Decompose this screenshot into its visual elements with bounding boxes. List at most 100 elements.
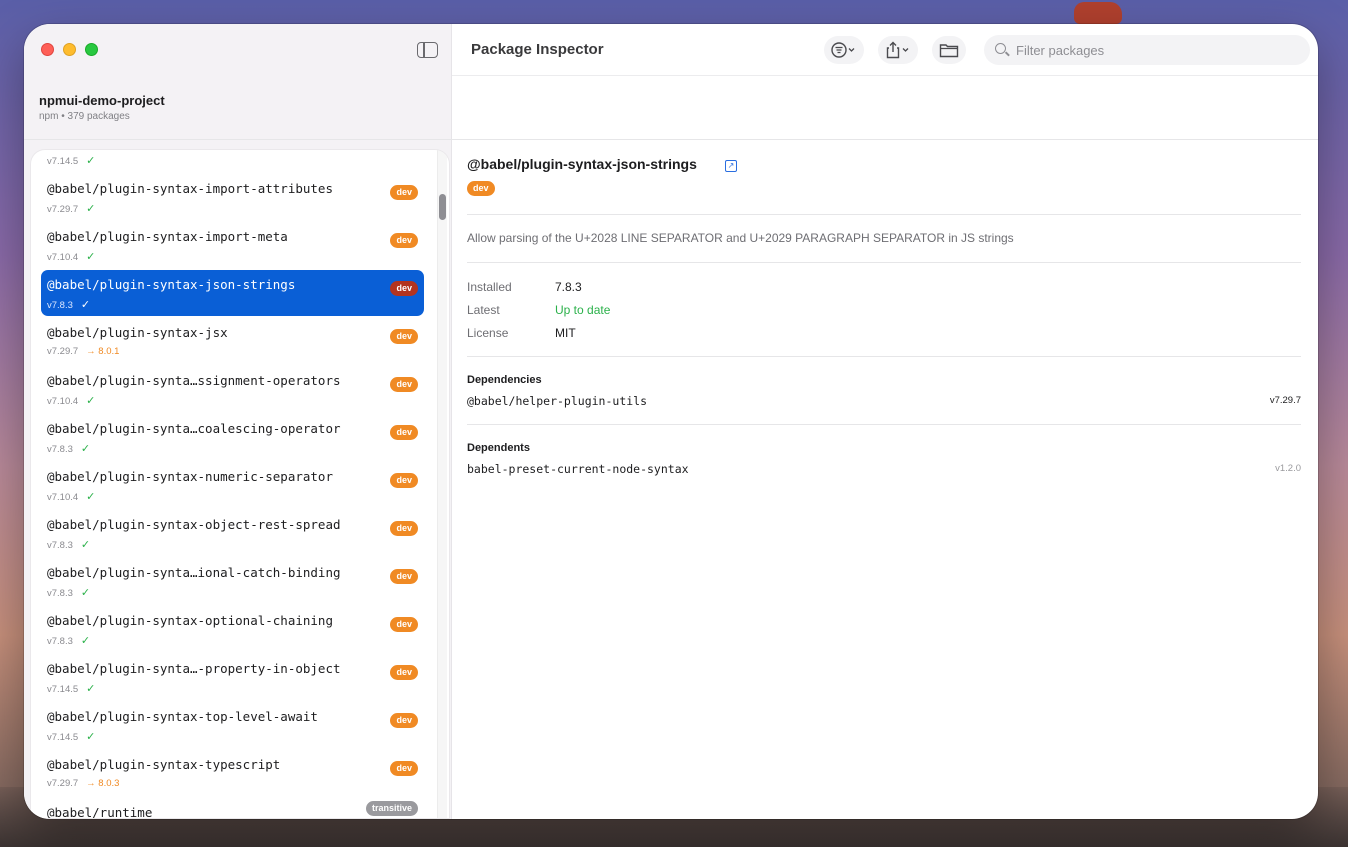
sidebar-toggle-icon[interactable] bbox=[417, 42, 438, 58]
folder-icon bbox=[939, 44, 959, 58]
package-version-text: v7.10.4 bbox=[47, 252, 79, 263]
package-version: v7.14.5 ✓ bbox=[47, 730, 95, 743]
search-placeholder: Filter packages bbox=[1016, 43, 1105, 58]
filter-packages-search[interactable]: Filter packages bbox=[984, 35, 1310, 65]
package-version: v7.10.4 ✓ bbox=[47, 250, 95, 263]
dependents-title: Dependents bbox=[467, 442, 530, 454]
dev-badge: dev bbox=[390, 233, 418, 248]
detail-package-name: @babel/plugin-syntax-json-strings bbox=[467, 156, 697, 172]
package-list-item[interactable]: @babel/plugin-syntax-import-attributes v7… bbox=[41, 174, 424, 220]
up-to-date-check-icon: ✓ bbox=[80, 635, 91, 647]
sidebar: npmui-demo-project npm • 379 packages v7… bbox=[24, 24, 452, 819]
dependent-name[interactable]: babel-preset-current-node-syntax bbox=[467, 462, 689, 476]
update-available-label: → 8.0.1 bbox=[86, 346, 120, 357]
package-version: v7.8.3 ✓ bbox=[47, 442, 90, 455]
license-value: MIT bbox=[555, 326, 576, 340]
package-version-text: v7.29.7 bbox=[47, 778, 79, 789]
package-version: v7.8.3 ✓ bbox=[47, 586, 90, 599]
detail-divider bbox=[467, 356, 1301, 357]
package-list-item-selected[interactable]: @babel/plugin-syntax-json-strings v7.8.3 ✓… bbox=[41, 270, 424, 316]
dev-badge: dev bbox=[390, 377, 418, 392]
package-list-panel: v7.14.5 ✓ @babel/plugin-syntax-import-attr… bbox=[31, 150, 449, 818]
package-name: @babel/plugin-syntax-jsx bbox=[47, 325, 228, 340]
package-list-item[interactable]: @babel/plugin-syntax-optional-chaining v7… bbox=[41, 606, 424, 652]
detail-dev-badge: dev bbox=[467, 181, 495, 196]
package-list-item[interactable]: @babel/plugin-syntax-object-rest-spread v… bbox=[41, 510, 424, 556]
package-name: @babel/plugin-synta…coalescing-operator bbox=[47, 421, 341, 436]
list-scrollbar-thumb[interactable] bbox=[439, 194, 446, 220]
dev-badge: dev bbox=[390, 281, 418, 296]
package-version-text: v7.8.3 bbox=[47, 636, 73, 647]
desktop-mascot-decoration bbox=[1074, 2, 1122, 24]
package-name: @babel/plugin-syntax-numeric-separator bbox=[47, 469, 333, 484]
share-icon bbox=[886, 41, 909, 59]
license-label: License bbox=[467, 326, 509, 340]
project-meta: npm • 379 packages bbox=[39, 111, 130, 122]
package-name: @babel/runtime bbox=[47, 805, 153, 818]
toolbar-divider bbox=[452, 75, 1318, 76]
installed-value: 7.8.3 bbox=[555, 280, 582, 294]
installed-label: Installed bbox=[467, 280, 512, 294]
package-version-text: v7.10.4 bbox=[47, 396, 79, 407]
open-folder-button[interactable] bbox=[932, 36, 966, 64]
list-scrollbar[interactable] bbox=[437, 150, 447, 818]
dev-badge: dev bbox=[390, 425, 418, 440]
package-list-item[interactable]: @babel/plugin-syntax-top-level-await v7.1… bbox=[41, 702, 424, 748]
window-controls bbox=[41, 43, 98, 56]
package-version-text: v7.8.3 bbox=[47, 300, 73, 311]
package-version: v7.29.7 → 8.0.3 bbox=[47, 778, 119, 789]
package-name: @babel/plugin-syntax-json-strings bbox=[47, 277, 296, 292]
package-version: v7.8.3 ✓ bbox=[47, 298, 90, 311]
window-title: Package Inspector bbox=[471, 41, 604, 58]
transitive-badge: transitive bbox=[365, 801, 418, 816]
package-list-item[interactable]: v7.14.5 ✓ bbox=[41, 150, 424, 172]
package-version-text: v7.8.3 bbox=[47, 540, 73, 551]
dependency-name[interactable]: @babel/helper-plugin-utils bbox=[467, 394, 647, 408]
package-name: @babel/plugin-synta…ional-catch-binding bbox=[47, 565, 341, 580]
package-version: v7.8.3 ✓ bbox=[47, 634, 90, 647]
package-version-text: v7.14.5 bbox=[47, 156, 79, 167]
package-name: @babel/plugin-syntax-import-meta bbox=[47, 229, 288, 244]
package-version-text: v7.14.5 bbox=[47, 732, 79, 743]
dependent-version: v1.2.0 bbox=[1275, 463, 1301, 474]
up-to-date-check-icon: ✓ bbox=[86, 251, 96, 263]
dev-badge: dev bbox=[390, 665, 418, 680]
package-list-item[interactable]: @babel/plugin-synta…coalescing-operator v… bbox=[41, 414, 424, 460]
package-list-item[interactable]: @babel/runtime transitive bbox=[41, 798, 424, 818]
package-version: v7.29.7 → 8.0.1 bbox=[47, 346, 119, 357]
package-list-item[interactable]: @babel/plugin-syntax-typescript v7.29.7 → … bbox=[41, 750, 424, 796]
package-list-item[interactable]: @babel/plugin-synta…ssignment-operators v… bbox=[41, 366, 424, 412]
dependencies-title: Dependencies bbox=[467, 374, 542, 386]
close-window-button[interactable] bbox=[41, 43, 54, 56]
package-list-item[interactable]: @babel/plugin-syntax-jsx v7.29.7 → 8.0.1 de… bbox=[41, 318, 424, 364]
dev-badge: dev bbox=[390, 185, 418, 200]
header-divider bbox=[24, 139, 1318, 140]
minimize-window-button[interactable] bbox=[63, 43, 76, 56]
package-version-text: v7.8.3 bbox=[47, 588, 73, 599]
filter-menu-button[interactable] bbox=[824, 36, 864, 64]
package-list-item[interactable]: @babel/plugin-syntax-numeric-separator v7… bbox=[41, 462, 424, 508]
dev-badge: dev bbox=[390, 569, 418, 584]
share-menu-button[interactable] bbox=[878, 36, 918, 64]
latest-value: Up to date bbox=[555, 303, 611, 317]
package-version-text: v7.10.4 bbox=[47, 492, 79, 503]
package-version-text: v7.29.7 bbox=[47, 346, 79, 357]
up-to-date-check-icon: ✓ bbox=[80, 299, 91, 311]
package-name: @babel/plugin-syntax-object-rest-spread bbox=[47, 517, 341, 532]
package-list-item[interactable]: @babel/plugin-syntax-import-meta v7.10.4 ✓… bbox=[41, 222, 424, 268]
app-window: npmui-demo-project npm • 379 packages v7… bbox=[24, 24, 1318, 819]
filter-menu-icon bbox=[831, 42, 855, 58]
package-list-item[interactable]: @babel/plugin-synta…-property-in-object v… bbox=[41, 654, 424, 700]
up-to-date-check-icon: ✓ bbox=[86, 683, 96, 695]
package-version: v7.29.7 ✓ bbox=[47, 202, 95, 215]
open-external-icon[interactable]: ↗ bbox=[725, 160, 737, 172]
up-to-date-check-icon: ✓ bbox=[86, 395, 96, 407]
zoom-window-button[interactable] bbox=[85, 43, 98, 56]
dev-badge: dev bbox=[390, 329, 418, 344]
package-version: v7.8.3 ✓ bbox=[47, 538, 90, 551]
package-list-item[interactable]: @babel/plugin-synta…ional-catch-binding v… bbox=[41, 558, 424, 604]
up-to-date-check-icon: ✓ bbox=[86, 155, 96, 167]
package-version: v7.14.5 ✓ bbox=[47, 682, 95, 695]
update-available-label: → 8.0.3 bbox=[86, 778, 120, 789]
up-to-date-check-icon: ✓ bbox=[80, 443, 91, 455]
